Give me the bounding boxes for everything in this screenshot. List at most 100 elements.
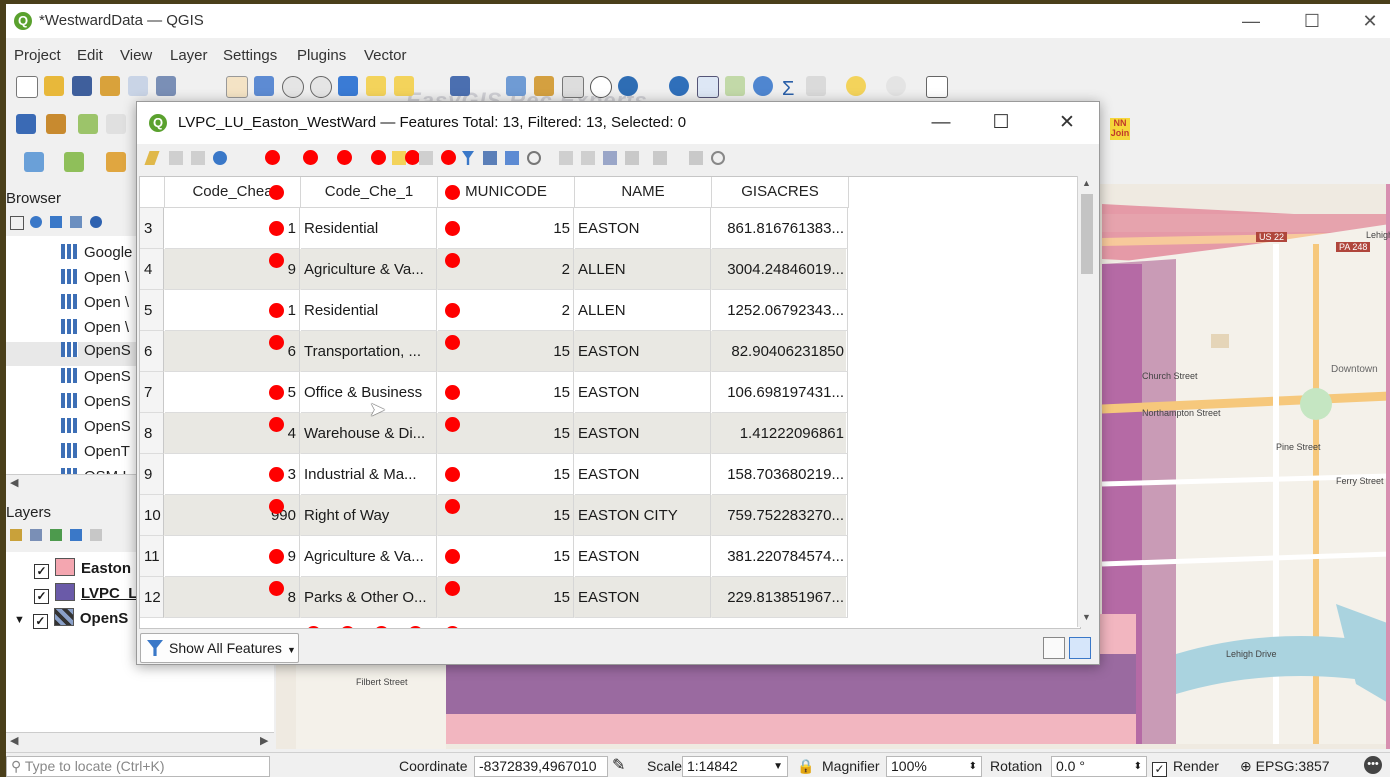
table-cell-c2[interactable]: Transportation, ...	[301, 331, 437, 372]
refresh-icon[interactable]	[618, 76, 638, 96]
table-cell-name[interactable]: EASTON	[575, 536, 711, 577]
style-manager-icon[interactable]	[156, 76, 176, 96]
measure-icon[interactable]	[806, 76, 826, 96]
table-cell-name[interactable]: ALLEN	[575, 249, 711, 290]
zoom-last-icon[interactable]	[450, 76, 470, 96]
table-cell-acres[interactable]: 1252.06792343...	[712, 290, 848, 331]
table-cell-n[interactable]: 9	[140, 454, 164, 495]
new-project-icon[interactable]	[16, 76, 38, 98]
reload-icon[interactable]	[213, 151, 227, 165]
table-row[interactable]: 10 990 Right of Way 15 EASTON CITY 759.752283…	[140, 495, 848, 536]
new-field-icon[interactable]	[625, 151, 639, 165]
table-cell-name[interactable]: ALLEN	[575, 290, 711, 331]
table-row[interactable]: 6 6 Transportation, ... 15 EASTON 82.90406231…	[140, 331, 848, 372]
table-cell-n[interactable]: 11	[140, 536, 164, 577]
add-raster-icon[interactable]	[78, 114, 98, 134]
table-cell-n[interactable]: 5	[140, 290, 164, 331]
pan-to-selected-icon[interactable]	[505, 151, 519, 165]
open-project-icon[interactable]	[44, 76, 64, 96]
layer-visibility-checkbox[interactable]: ✓	[34, 564, 49, 579]
paste-icon[interactable]	[581, 151, 595, 165]
layer-item[interactable]: ✓ LVPC_L	[34, 583, 137, 604]
layers-hscrollbar[interactable]: ◀ ▶	[6, 732, 274, 749]
save-as-icon[interactable]	[100, 76, 120, 96]
filter-icon[interactable]	[462, 151, 474, 165]
browser-item[interactable]: Open \	[61, 294, 129, 318]
toggle-editing-icon[interactable]	[144, 151, 160, 165]
table-cell-n[interactable]: 6	[140, 331, 164, 372]
table-cell-name[interactable]: EASTON	[575, 454, 711, 495]
table-cell-name[interactable]: EASTON	[575, 413, 711, 454]
browser-item[interactable]: Open \	[61, 319, 129, 343]
table-cell-acres[interactable]: 106.698197431...	[712, 372, 848, 413]
table-cell-c2[interactable]: Industrial & Ma...	[301, 454, 437, 495]
rotation-spinbox[interactable]: 0.0 ° ⬍	[1051, 756, 1147, 777]
minimize-button[interactable]: —	[1231, 8, 1271, 34]
dialog-close-button[interactable]: ✕	[1045, 110, 1089, 136]
show-bookmarks-icon[interactable]	[562, 76, 584, 98]
browser-item[interactable]: Open \	[61, 269, 129, 293]
style-panel-icon[interactable]	[10, 529, 22, 541]
add-group-icon[interactable]	[30, 529, 42, 541]
select-by-value-icon[interactable]	[64, 152, 84, 172]
table-cell-n[interactable]: 8	[140, 413, 164, 454]
select-all-icon[interactable]	[419, 151, 433, 165]
filter-browser-icon[interactable]	[50, 216, 62, 228]
table-cell-name[interactable]: EASTON CITY	[575, 495, 711, 536]
search-icon[interactable]	[886, 76, 906, 96]
scroll-thumb[interactable]	[1081, 194, 1093, 274]
column-header[interactable]: GISACRES	[712, 177, 849, 208]
menu-project[interactable]: Project	[14, 47, 61, 64]
save-project-icon[interactable]	[72, 76, 92, 96]
browser-item[interactable]: OpenS	[61, 393, 131, 417]
zoom-selection-icon[interactable]	[366, 76, 386, 96]
manage-themes-icon[interactable]	[50, 529, 62, 541]
table-cell-c2[interactable]: Residential	[301, 208, 437, 249]
scroll-left-icon[interactable]: ◀	[10, 476, 18, 489]
deselect-icon[interactable]	[106, 152, 126, 172]
text-annotation-icon[interactable]	[926, 76, 948, 98]
locator-input[interactable]: ⚲ Type to locate (Ctrl+K)	[6, 756, 270, 777]
table-cell-acres[interactable]: 861.816761383...	[712, 208, 848, 249]
magnifier-spinbox[interactable]: 100% ⬍	[886, 756, 982, 777]
layer-item[interactable]: ✓ Easton	[34, 558, 131, 579]
scroll-right-icon[interactable]: ▶	[260, 734, 268, 747]
filter-expression-icon[interactable]	[90, 529, 102, 541]
table-row[interactable]: 8 4 Warehouse & Di... 15 EASTON 1.41222096861	[140, 413, 848, 454]
table-cell-name[interactable]: EASTON	[575, 331, 711, 372]
table-cell-name[interactable]: EASTON	[575, 577, 711, 618]
form-view-button[interactable]	[1043, 637, 1065, 659]
menu-settings[interactable]: Settings	[223, 47, 277, 64]
render-checkbox[interactable]: ✓ Render	[1152, 758, 1219, 777]
pan-icon[interactable]	[226, 76, 248, 98]
dialog-maximize-button[interactable]: ☐	[979, 110, 1023, 136]
table-cell-c2[interactable]: Parks & Other O...	[301, 577, 437, 618]
pan-to-selection-icon[interactable]	[254, 76, 274, 96]
select-expression-icon[interactable]	[392, 151, 406, 165]
table-cell-n[interactable]: 3	[140, 208, 164, 249]
table-cell-c2[interactable]: Residential	[301, 290, 437, 331]
zoom-out-icon[interactable]	[310, 76, 332, 98]
nnjoin-icon[interactable]: NN Join	[1110, 118, 1130, 140]
show-all-features-button[interactable]: Show All Features ▼	[140, 633, 299, 663]
select-features-icon[interactable]	[24, 152, 44, 172]
statistics-icon[interactable]: Σ	[782, 78, 794, 101]
field-calculator-icon[interactable]	[725, 76, 745, 96]
delete-field-icon[interactable]	[603, 151, 617, 165]
table-cell-name[interactable]: EASTON	[575, 372, 711, 413]
table-vscrollbar[interactable]: ▲ ▼	[1077, 176, 1096, 627]
messages-icon[interactable]: •••	[1364, 756, 1382, 774]
table-row[interactable]: 12 8 Parks & Other O... 15 EASTON 229.8138519…	[140, 577, 848, 618]
collapse-all-icon[interactable]	[70, 216, 82, 228]
copy-rows-icon[interactable]	[559, 151, 573, 165]
identify-icon[interactable]	[669, 76, 689, 96]
add-vector-icon[interactable]	[46, 114, 66, 134]
processing-icon[interactable]	[753, 76, 773, 96]
zoom-full-icon[interactable]	[338, 76, 358, 96]
table-row[interactable]: 5 1 Residential 2 ALLEN 1252.06792343...	[140, 290, 848, 331]
menu-vector[interactable]: Vector	[364, 47, 407, 64]
data-source-manager-icon[interactable]	[16, 114, 36, 134]
actions-icon[interactable]	[711, 151, 725, 165]
table-cell-n[interactable]: 7	[140, 372, 164, 413]
browser-item[interactable]: OpenS	[61, 368, 131, 392]
